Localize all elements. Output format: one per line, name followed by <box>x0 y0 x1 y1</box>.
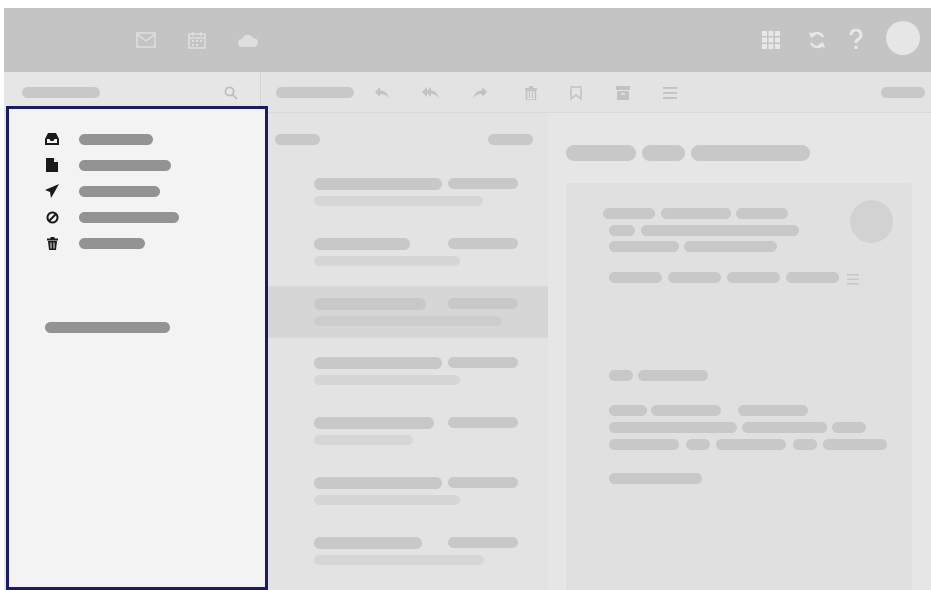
details-menu-icon[interactable] <box>847 272 859 290</box>
message-card <box>566 183 912 590</box>
help-icon[interactable] <box>845 29 867 51</box>
toolbar-title-placeholder <box>276 87 354 98</box>
reply-icon[interactable] <box>373 84 391 102</box>
list-item[interactable] <box>261 466 548 518</box>
apps-grid-icon[interactable] <box>760 29 782 51</box>
message-list <box>261 113 548 590</box>
subject-placeholder <box>566 145 636 161</box>
sent-icon <box>45 184 59 198</box>
sidebar-section-label[interactable] <box>45 322 170 333</box>
folder-sidebar <box>6 106 268 590</box>
bookmark-icon[interactable] <box>567 84 585 102</box>
top-bar <box>4 8 931 72</box>
sidebar-item-drafts[interactable] <box>45 157 171 173</box>
list-item[interactable] <box>261 167 548 219</box>
menu-icon[interactable] <box>661 84 679 102</box>
reading-pane <box>548 113 931 590</box>
delete-icon[interactable] <box>522 84 540 102</box>
calendar-icon[interactable] <box>186 29 208 51</box>
sender-avatar <box>850 200 893 243</box>
forward-icon[interactable] <box>471 84 489 102</box>
drafts-icon <box>45 158 59 172</box>
sidebar-item-spam[interactable] <box>45 209 179 225</box>
list-header-placeholder <box>275 134 320 145</box>
archive-icon[interactable] <box>614 84 632 102</box>
trash-icon <box>45 236 59 250</box>
list-item[interactable] <box>261 526 548 578</box>
list-item[interactable] <box>261 346 548 398</box>
list-sort-placeholder[interactable] <box>488 134 533 145</box>
message-toolbar <box>260 72 931 113</box>
list-item[interactable] <box>261 406 548 458</box>
list-item[interactable] <box>261 227 548 279</box>
inbox-icon <box>45 132 59 146</box>
refresh-icon[interactable] <box>806 29 828 51</box>
spam-icon <box>45 210 59 224</box>
search-placeholder <box>22 87 100 98</box>
reply-all-icon[interactable] <box>422 84 440 102</box>
search-icon[interactable] <box>224 86 238 100</box>
list-item[interactable] <box>261 286 548 338</box>
sidebar-item-sent[interactable] <box>45 183 160 199</box>
avatar[interactable] <box>886 21 920 55</box>
cloud-icon[interactable] <box>237 29 259 51</box>
sidebar-item-inbox[interactable] <box>45 131 153 147</box>
toolbar-right-placeholder <box>881 87 925 98</box>
sidebar-item-trash[interactable] <box>45 235 145 251</box>
mail-icon[interactable] <box>135 29 157 51</box>
